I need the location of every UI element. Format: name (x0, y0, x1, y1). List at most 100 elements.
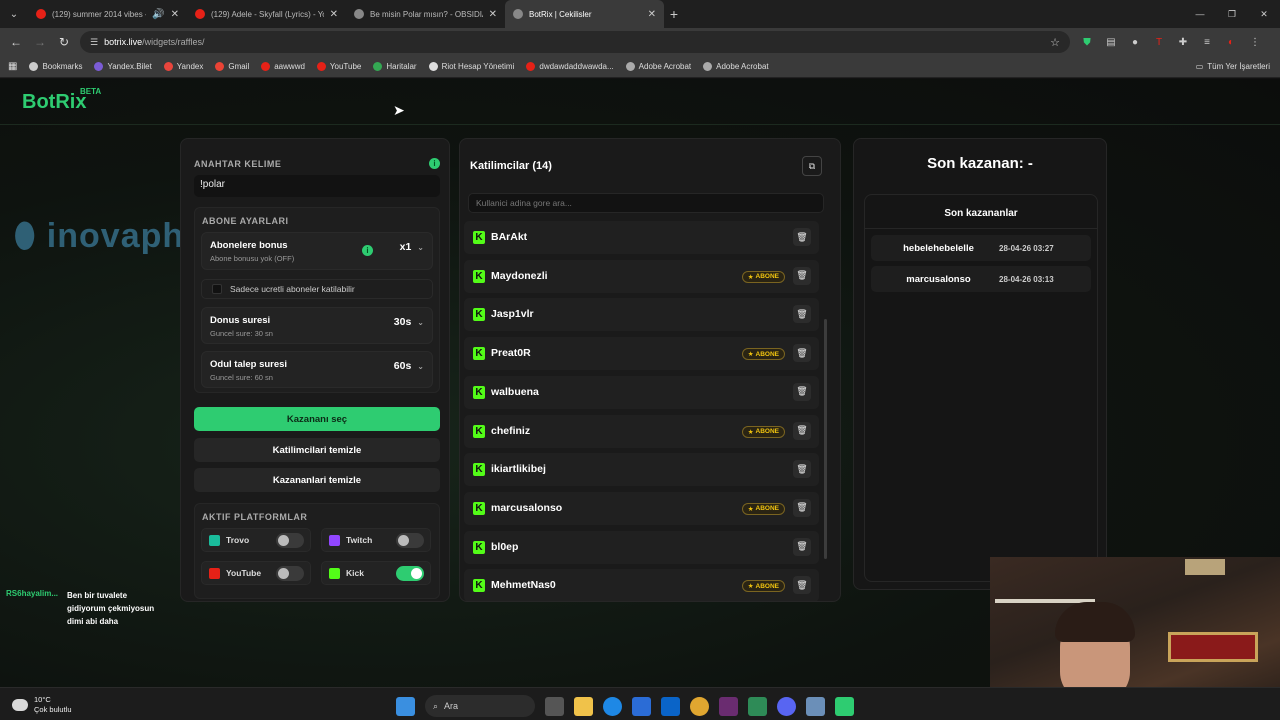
subscriber-bonus-select[interactable]: x1 ⌄ (400, 241, 424, 253)
bookmark-item[interactable]: Yandex.Bilet (94, 62, 152, 71)
info-icon[interactable]: i (429, 158, 440, 169)
browser-tab[interactable]: (129) Adele - Skyfall (Lyrics) - Yo ✕ (187, 0, 346, 28)
close-tab-icon[interactable]: ✕ (648, 9, 656, 20)
browser-tab[interactable]: (129) summer 2014 vibes - 🔊 ✕ (28, 0, 187, 28)
extension-icon[interactable]: ● (1128, 35, 1142, 49)
url-input[interactable]: ☰ botrix.live/widgets/raffles/ ☆ (80, 31, 1070, 53)
participant-name: marcusalonso (491, 501, 563, 514)
address-bar: ← → ↻ ☰ botrix.live/widgets/raffles/ ☆ ⛊… (0, 28, 1280, 56)
delete-icon[interactable]: 🗑 (793, 228, 811, 246)
close-tab-icon[interactable]: ✕ (171, 9, 179, 20)
extension-icon[interactable]: T (1152, 35, 1166, 49)
extension-icon[interactable]: ▤ (1104, 35, 1118, 49)
claim-time-title: Odul talep suresi (210, 359, 288, 370)
bookmark-item[interactable]: YouTube (316, 62, 361, 71)
bookmark-item[interactable]: Riot Hesap Yönetimi (428, 62, 515, 71)
app-icon[interactable] (748, 696, 767, 716)
new-tab-icon[interactable]: + (664, 6, 684, 22)
copy-icon[interactable]: ⧉ (802, 156, 822, 176)
participant-list-scrollbar[interactable] (824, 319, 827, 559)
app-icon[interactable] (806, 696, 825, 716)
winners-panel: Son kazanan: - Son kazananlar hebelehebe… (853, 138, 1107, 590)
delete-icon[interactable]: 🗑 (793, 576, 811, 595)
twitch-toggle[interactable] (396, 533, 424, 548)
minimize-icon[interactable]: — (1184, 0, 1216, 28)
bookmark-item[interactable]: Yandex (163, 62, 204, 71)
youtube-toggle[interactable] (276, 566, 304, 581)
delete-icon[interactable]: 🗑 (793, 344, 811, 363)
delete-icon[interactable]: 🗑 (793, 460, 811, 479)
bonus-time-select[interactable]: 30s ⌄ (394, 316, 424, 328)
participant-row: K Jasp1vlr 🗑 (464, 298, 819, 332)
kick-icon: K (473, 269, 485, 283)
close-window-icon[interactable]: ✕ (1248, 0, 1280, 28)
browser-tab[interactable]: Be misin Polar mısın? - OBSIDIA ✕ (346, 0, 505, 28)
reload-icon[interactable]: ↻ (52, 35, 76, 49)
windows-start-icon[interactable] (396, 696, 415, 716)
site-info-icon[interactable]: ☰ (90, 37, 98, 48)
delete-icon[interactable]: 🗑 (793, 305, 811, 324)
yandex-bilet-icon (94, 62, 104, 71)
browser-tab-active[interactable]: BotRix | Cekilisler ✕ (505, 0, 664, 28)
shield-icon[interactable]: ⛊ (1080, 35, 1094, 49)
speaker-icon[interactable]: 🔊 (152, 9, 164, 20)
taskbar-search[interactable]: ⌕ Ara (425, 695, 535, 717)
file-explorer-icon[interactable] (574, 696, 593, 716)
winner-row: marcusalonso 28-04-26 03:13 (871, 266, 1091, 292)
keyword-input[interactable]: !polar (194, 175, 440, 197)
bookmark-item[interactable]: aawwwd (261, 62, 305, 71)
maximize-icon[interactable]: ❐ (1216, 0, 1248, 28)
pick-winner-button[interactable]: Kazananı seç (194, 407, 440, 431)
participant-row: Kikiartlikibej 🗑 (464, 453, 819, 487)
bookmark-item[interactable]: dwdawdaddwawda... (526, 62, 614, 71)
botrix-logo[interactable]: BotRix BETA (22, 87, 101, 114)
discord-icon[interactable] (777, 696, 796, 716)
participant-search-input[interactable]: Kullanici adina gore ara... (468, 193, 824, 213)
close-tab-icon[interactable]: ✕ (489, 9, 497, 20)
bookmark-label: Riot Hesap Yönetimi (441, 62, 515, 71)
star-icon: ★ (747, 273, 754, 281)
url-host: botrix.live (104, 37, 143, 47)
participant-name: BArAkt (491, 231, 528, 243)
task-view-icon[interactable] (545, 696, 564, 716)
store-icon[interactable] (632, 696, 651, 716)
delete-icon[interactable]: 🗑 (793, 498, 811, 517)
kick-toggle[interactable] (396, 566, 424, 581)
delete-icon[interactable]: 🗑 (793, 537, 811, 556)
bookmark-item[interactable]: Bookmarks (29, 62, 82, 71)
info-icon[interactable]: i (362, 245, 373, 256)
puzzle-icon[interactable]: ✚ (1176, 35, 1190, 49)
outlook-icon[interactable] (661, 696, 680, 716)
menu-icon[interactable]: ⋮ (1248, 35, 1262, 49)
profile-icon[interactable]: ◐ (1224, 35, 1238, 49)
bookmark-label: Yandex (176, 62, 204, 71)
claim-time-select[interactable]: 60s ⌄ (394, 360, 424, 372)
tab-search-icon[interactable]: ⌄ (0, 9, 28, 20)
edge-icon[interactable] (603, 696, 622, 716)
all-bookmarks[interactable]: ▭ Tüm Yer İşaretleri (1196, 62, 1270, 71)
media-icon[interactable]: ≡ (1200, 35, 1214, 49)
close-tab-icon[interactable]: ✕ (330, 9, 338, 20)
app-icon[interactable] (835, 696, 854, 716)
url-path: /widgets/raffles/ (142, 37, 205, 47)
delete-icon[interactable]: 🗑 (793, 382, 811, 401)
back-icon[interactable]: ← (4, 35, 28, 49)
delete-icon[interactable]: 🗑 (793, 266, 811, 285)
weather-widget[interactable]: 10°C Çok bulutlu (12, 695, 72, 715)
app-icon[interactable] (719, 696, 738, 716)
clear-participants-button[interactable]: Katilimcilari temizle (194, 438, 440, 462)
bookmark-item[interactable]: Adobe Acrobat (703, 62, 769, 71)
chrome-icon[interactable] (690, 696, 709, 716)
platform-label: Trovo (226, 535, 250, 545)
paid-subs-only-checkbox[interactable]: Sadece ucretli aboneler katilabilir (201, 279, 433, 299)
tab-title: Be misin Polar mısın? - OBSIDIA (370, 9, 483, 19)
bookmark-item[interactable]: Haritalar (373, 62, 417, 71)
delete-icon[interactable]: 🗑 (793, 421, 811, 440)
trovo-toggle[interactable] (276, 533, 304, 548)
forward-icon[interactable]: → (28, 35, 52, 49)
bookmark-star-icon[interactable]: ☆ (1050, 36, 1060, 49)
apps-icon[interactable]: ▦ (8, 61, 17, 72)
clear-winners-button[interactable]: Kazananlari temizle (194, 468, 440, 492)
bookmark-item[interactable]: Adobe Acrobat (625, 62, 691, 71)
bookmark-item[interactable]: Gmail (215, 62, 249, 71)
